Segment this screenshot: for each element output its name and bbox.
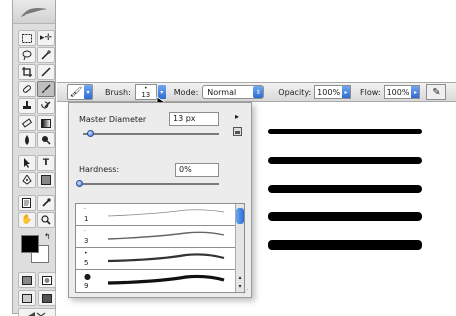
flow-value: 100% (386, 87, 410, 97)
brush-preset-icon: 🖌 (69, 86, 83, 98)
brush-tip-dot-icon: ● (84, 272, 91, 281)
brush-size-picker[interactable]: • 13 (134, 84, 157, 100)
airbrush-toggle[interactable]: ✎ (426, 84, 447, 100)
flow-slider-arrow-icon[interactable]: ▸ (411, 86, 420, 98)
healing-brush-icon[interactable] (18, 81, 36, 97)
master-diameter-slider-track[interactable] (83, 133, 219, 135)
canvas-brush-stroke (268, 185, 422, 193)
brush-preset-list: · 1 · 3 • 5 ● 9 ▴ ▾ (75, 203, 245, 293)
crop-icon[interactable] (18, 64, 36, 80)
pen-icon[interactable] (18, 172, 36, 188)
master-diameter-label: Master Diameter (79, 115, 147, 124)
opacity-field[interactable]: 100% ▸ (314, 85, 352, 99)
opacity-label: Opacity: (278, 87, 312, 97)
slice-icon[interactable] (37, 64, 55, 80)
eraser-icon[interactable] (18, 115, 36, 131)
color-swatches: ↰ (18, 232, 55, 268)
preset-size: 5 (84, 259, 89, 267)
clone-stamp-icon[interactable] (18, 98, 36, 114)
toolbox-logo[interactable] (13, 0, 55, 24)
tool-grid: ▸✛ T ✋ (13, 24, 55, 228)
quick-mask-mode-icon[interactable] (38, 272, 56, 288)
flow-label: Flow: (360, 87, 381, 97)
canvas-brush-stroke (268, 129, 422, 134)
options-bar: 🖌 ▾ Brush: • 13 ▾ Mode: Normal ⇕ Opacity… (57, 82, 456, 102)
zoom-icon[interactable] (37, 212, 55, 228)
resize-grip-icon[interactable]: ⋰ (242, 288, 249, 296)
list-item[interactable]: · 3 (76, 226, 244, 248)
feather-logo-icon (21, 7, 47, 17)
type-icon[interactable]: T (37, 155, 55, 171)
standard-mode-icon[interactable] (18, 272, 36, 288)
mode-select[interactable]: Normal ⇕ (202, 85, 265, 99)
hardness-slider-track[interactable] (79, 183, 219, 185)
preset-list-scrollbar[interactable]: ▴ ▾ (235, 204, 244, 292)
notes-icon[interactable] (18, 195, 36, 211)
hand-icon[interactable]: ✋ (18, 212, 36, 228)
blur-icon[interactable] (18, 132, 36, 148)
mode-arrows-icon: ⇕ (253, 86, 264, 98)
preset-size: 9 (84, 282, 89, 290)
opacity-slider-arrow-icon[interactable]: ▸ (342, 86, 351, 98)
history-brush-icon[interactable] (37, 98, 55, 114)
stroke-preview-icon (107, 253, 225, 263)
move-icon[interactable]: ▸✛ (37, 30, 55, 46)
swap-colors-icon[interactable]: ↰ (44, 232, 51, 241)
master-diameter-field[interactable]: 13 px (169, 112, 219, 126)
screen-mode-full-icon[interactable] (38, 290, 56, 306)
magic-wand-icon[interactable] (37, 47, 55, 63)
canvas-brush-stroke (268, 212, 422, 221)
airbrush-icon: ✎ (432, 86, 441, 98)
mode-value: Normal (207, 87, 237, 97)
stroke-preview-icon (107, 231, 225, 240)
brush-picker-panel: Master Diameter 13 px ▸ Hardness: 0% · 1… (68, 102, 252, 298)
scrollbar-thumb[interactable] (236, 208, 244, 224)
scroll-up-icon[interactable]: ▴ (236, 274, 244, 282)
tools-panel: ▸✛ T ✋ ↰ (12, 0, 56, 316)
flow-field[interactable]: 100% ▸ (383, 85, 421, 99)
brush-icon[interactable] (37, 81, 55, 97)
brush-tip-dot-icon: · (84, 206, 86, 213)
lasso-icon[interactable] (18, 47, 36, 63)
marquee-icon[interactable] (18, 30, 36, 46)
mode-tools (13, 268, 56, 316)
new-preset-icon[interactable] (233, 127, 242, 138)
preset-size: 3 (84, 237, 89, 245)
path-selection-icon[interactable] (18, 155, 36, 171)
eyedropper-icon[interactable] (37, 195, 55, 211)
canvas-brush-stroke (268, 157, 422, 164)
gradient-icon[interactable] (37, 115, 55, 131)
hardness-field[interactable]: 0% (175, 163, 219, 177)
jump-to-imageready-icon[interactable] (18, 308, 56, 316)
mode-label: Mode: (173, 87, 199, 97)
chevron-down-icon: ▾ (84, 85, 92, 99)
screen-mode-standard-icon[interactable] (18, 290, 36, 306)
list-item[interactable]: ● 9 (76, 270, 244, 292)
brush-size-value: 13 (141, 90, 151, 99)
dodge-icon[interactable] (37, 132, 55, 148)
tool-preset-picker[interactable]: 🖌 ▾ (67, 84, 93, 100)
list-item[interactable]: · 1 (76, 204, 244, 226)
brush-tip-dot-icon: • (84, 250, 88, 257)
list-item[interactable]: • 5 (76, 248, 244, 270)
preset-size: 1 (84, 215, 89, 223)
stroke-preview-icon (107, 209, 225, 217)
hardness-label: Hardness: (79, 165, 120, 174)
stroke-preview-icon (107, 274, 225, 285)
master-diameter-slider-thumb[interactable] (86, 130, 94, 137)
hardness-slider-thumb[interactable] (76, 180, 83, 187)
canvas-brush-stroke (268, 240, 422, 250)
brush-tip-dot-icon: · (84, 228, 86, 235)
foreground-color-swatch[interactable] (21, 235, 39, 253)
shape-icon[interactable] (37, 172, 55, 188)
panel-menu-arrow-icon[interactable]: ▸ (235, 112, 239, 121)
opacity-value: 100% (317, 87, 341, 97)
brush-label: Brush: (105, 87, 131, 97)
